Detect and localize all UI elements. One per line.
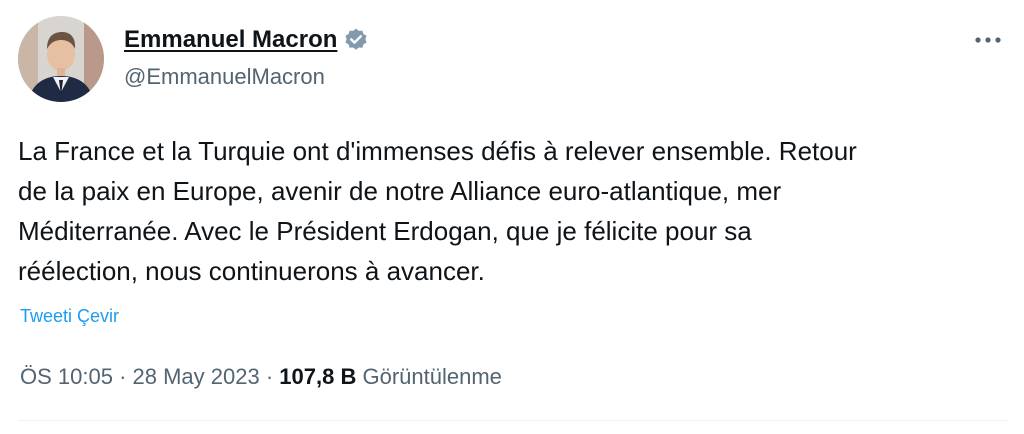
avatar[interactable] (18, 16, 104, 102)
views-label: Görüntülenme (362, 364, 502, 389)
more-horizontal-icon (975, 37, 1001, 43)
meta-separator: · (112, 364, 133, 389)
meta-separator: · (259, 364, 280, 389)
tweet-date[interactable]: 28 May 2023 (133, 364, 260, 389)
author-info: Emmanuel Macron @EmmanuelMacron (124, 24, 369, 92)
more-options-button[interactable] (962, 22, 1014, 58)
tweet-text: La France et la Turquie ont d'immenses d… (18, 136, 857, 286)
translate-tweet-link[interactable]: Tweeti Çevir (20, 303, 119, 329)
tweet-time[interactable]: ÖS 10:05 (20, 364, 113, 389)
author-name-row: Emmanuel Macron (124, 24, 369, 56)
author-handle[interactable]: @EmmanuelMacron (124, 62, 369, 92)
views-count: 107,8 B (279, 364, 357, 389)
tweet-meta: ÖS 10:05 · 28 May 2023 · 107,8 B Görüntü… (20, 361, 502, 393)
author-display-name[interactable]: Emmanuel Macron (124, 24, 337, 56)
verified-badge-icon[interactable] (343, 27, 369, 53)
avatar-photo (18, 16, 104, 102)
divider (18, 420, 1008, 421)
tweet-card: Emmanuel Macron @EmmanuelMacron La Franc… (0, 0, 1024, 434)
